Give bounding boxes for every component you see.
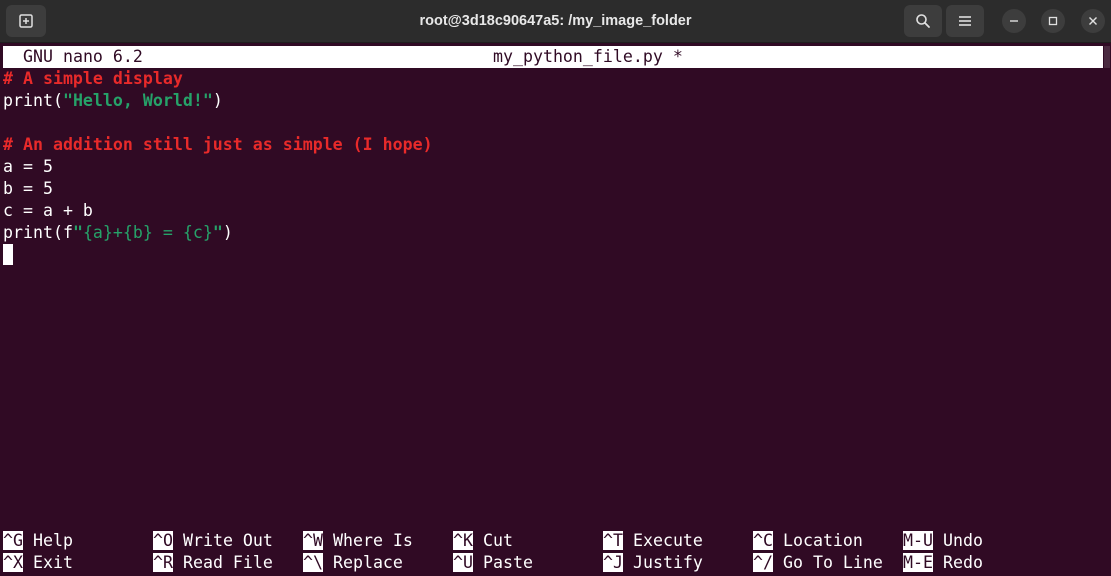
shortcut-key: ^W (303, 531, 323, 550)
shortcut-cut[interactable]: ^K Cut (453, 530, 513, 552)
shortcut-key: M-E (903, 553, 933, 572)
code-line-8[interactable]: print(f"{a}+{b} = {c}") (3, 222, 1103, 244)
code-line-6[interactable]: b = 5 (3, 178, 1103, 200)
shortcut-where-is[interactable]: ^W Where Is (303, 530, 413, 552)
code-line-1[interactable]: # A simple display (3, 68, 1103, 90)
nano-version: GNU nano 6.2 (23, 47, 143, 66)
shortcut-key: ^\ (303, 553, 323, 572)
code-string: "Hello, World!" (62, 91, 213, 110)
close-button[interactable] (1081, 9, 1105, 33)
shortcut-key: ^C (753, 531, 773, 550)
shortcut-key: ^U (453, 553, 473, 572)
code-comment: # An addition still just as simple (I ho… (3, 135, 433, 154)
shortcut-help[interactable]: ^G Help (3, 530, 73, 552)
shortcut-label: Paste (482, 553, 533, 572)
shortcut-paste[interactable]: ^U Paste (453, 552, 533, 574)
code-text: a = 5 (3, 157, 53, 176)
shortcut-key: ^T (603, 531, 623, 550)
shortcut-key: ^R (153, 553, 173, 572)
code-fstring-content: {a}+{b} = {c} (82, 223, 213, 242)
maximize-icon (1048, 16, 1058, 26)
shortcut-label: Exit (32, 553, 73, 572)
code-line-9[interactable] (3, 244, 1103, 266)
new-tab-icon (18, 13, 34, 29)
menu-button[interactable] (946, 5, 984, 37)
code-line-5[interactable]: a = 5 (3, 156, 1103, 178)
shortcut-redo[interactable]: M-E Redo (903, 552, 983, 574)
shortcut-label: Cut (482, 531, 513, 550)
shortcut-label: Where Is (332, 531, 413, 550)
code-text: print( (3, 91, 63, 110)
shortcut-key: ^O (153, 531, 173, 550)
search-icon (915, 13, 931, 29)
shortcut-execute[interactable]: ^T Execute (603, 530, 703, 552)
terminal-window: root@3d18c90647a5: /my_image_folder GNU … (0, 0, 1111, 576)
text-cursor (3, 244, 13, 265)
shortcut-key: M-U (903, 531, 933, 550)
shortcut-read-file[interactable]: ^R Read File (153, 552, 273, 574)
shortcut-label: Replace (332, 553, 403, 572)
file-name: my_python_file.py * (493, 47, 683, 66)
code-string: " (212, 223, 223, 242)
code-comment: # A simple display (3, 69, 183, 88)
code-line-7[interactable]: c = a + b (3, 200, 1103, 222)
shortcut-undo[interactable]: M-U Undo (903, 530, 983, 552)
window-title-container: root@3d18c90647a5: /my_image_folder (0, 0, 1111, 43)
hamburger-menu-icon (958, 14, 972, 28)
shortcut-row-1: ^G Help ^O Write Out ^W Where Is ^K Cut ^T Ex… (3, 530, 1103, 552)
shortcut-label: Location (782, 531, 863, 550)
shortcut-label: Undo (942, 531, 983, 550)
shortcut-key: ^K (453, 531, 473, 550)
shortcut-help: ^G Help ^O Write Out ^W Where Is ^K Cut ^T Ex… (3, 530, 1103, 574)
maximize-button[interactable] (1041, 9, 1065, 33)
shortcut-label: Read File (182, 553, 273, 572)
shortcut-exit[interactable]: ^X Exit (3, 552, 73, 574)
shortcut-go-to-line[interactable]: ^/ Go To Line (753, 552, 883, 574)
shortcut-replace[interactable]: ^\ Replace (303, 552, 403, 574)
shortcut-write-out[interactable]: ^O Write Out (153, 530, 273, 552)
code-line-4[interactable]: # An addition still just as simple (I ho… (3, 134, 1103, 156)
terminal-area[interactable]: GNU nano 6.2 my_python_file.py * # A sim… (3, 46, 1103, 576)
new-tab-button[interactable] (6, 5, 46, 37)
title-bar: root@3d18c90647a5: /my_image_folder (0, 0, 1111, 43)
minimize-button[interactable] (1002, 9, 1026, 33)
code-line-3[interactable] (3, 112, 1103, 134)
shortcut-label: Write Out (182, 531, 273, 550)
shortcut-location[interactable]: ^C Location (753, 530, 863, 552)
window-title: root@3d18c90647a5: /my_image_folder (419, 13, 692, 29)
shortcut-key: ^X (3, 553, 23, 572)
minimize-icon (1009, 16, 1019, 26)
shortcut-label: Justify (632, 553, 703, 572)
code-text: c = a + b (3, 201, 93, 220)
shortcut-label: Execute (632, 531, 703, 550)
code-string: " (72, 223, 83, 242)
shortcut-label: Help (32, 531, 73, 550)
shortcut-key: ^G (3, 531, 23, 550)
shortcut-label: Go To Line (782, 553, 883, 572)
search-button[interactable] (904, 5, 942, 37)
shortcut-label: Redo (942, 553, 983, 572)
code-text: b = 5 (3, 179, 53, 198)
code-text: print(f (3, 223, 73, 242)
shortcut-justify[interactable]: ^J Justify (603, 552, 703, 574)
shortcut-key: ^J (603, 553, 623, 572)
shortcut-key: ^/ (753, 553, 773, 572)
code-text: ) (212, 91, 223, 110)
scrollbar[interactable] (1103, 46, 1111, 576)
close-icon (1088, 16, 1098, 26)
scrollbar-thumb[interactable] (1104, 46, 1110, 68)
nano-header-bar: GNU nano 6.2 my_python_file.py * (3, 46, 1103, 68)
code-line-2[interactable]: print("Hello, World!") (3, 90, 1103, 112)
shortcut-row-2: ^X Exit ^R Read File ^\ Replace ^U Paste ^J J… (3, 552, 1103, 574)
code-text: ) (222, 223, 233, 242)
